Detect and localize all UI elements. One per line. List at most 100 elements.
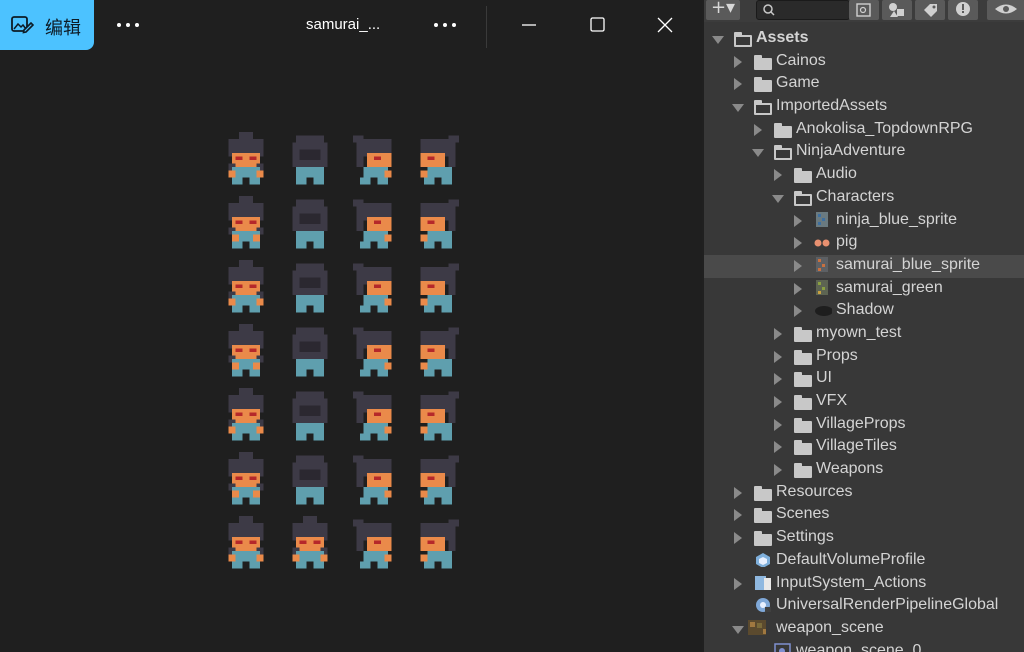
collapse-arrow-icon[interactable] (794, 237, 802, 250)
tree-item[interactable]: NinjaAdventure (704, 141, 1024, 164)
tree-item[interactable]: VillageProps (704, 414, 1024, 437)
search-input[interactable] (756, 0, 850, 20)
tree-item[interactable]: VFX (704, 391, 1024, 414)
collapse-arrow-icon[interactable] (794, 214, 802, 227)
collapse-arrow-icon[interactable] (774, 350, 782, 363)
collapse-arrow-icon[interactable] (734, 577, 742, 590)
close-icon (657, 17, 673, 33)
collapse-arrow-icon[interactable] (754, 123, 762, 136)
tree-item[interactable]: pig (704, 232, 1024, 255)
collapse-arrow-icon[interactable] (734, 532, 742, 545)
tree-item-label: Weapons (816, 460, 884, 478)
collapse-arrow-icon[interactable] (794, 305, 802, 318)
tree-item[interactable]: InputSystem_Actions (704, 573, 1024, 596)
close-button[interactable] (651, 12, 679, 38)
tree-item[interactable]: UniversalRenderPipelineGlobal (704, 595, 1024, 618)
collapse-arrow-icon[interactable] (774, 441, 782, 454)
sprite-frame (228, 260, 264, 313)
see-more-button[interactable] (432, 18, 458, 32)
tree-item-label: Characters (816, 187, 895, 205)
sprite-frame (353, 199, 392, 249)
folder-icon (774, 122, 792, 138)
eye-icon (995, 4, 1017, 14)
tree-item[interactable]: Assets (704, 28, 1024, 51)
collapse-arrow-icon[interactable] (794, 259, 802, 272)
tree-item[interactable]: samurai_green (704, 278, 1024, 301)
search-scene-button[interactable] (849, 0, 879, 20)
sprite-frame (228, 516, 264, 569)
sprite-sheet-image (218, 132, 470, 577)
tree-item-label: ninja_blue_sprite (836, 210, 957, 228)
collapse-arrow-icon[interactable] (734, 509, 742, 522)
tree-item-label: Scenes (776, 505, 830, 523)
more-options-button[interactable] (115, 18, 141, 32)
label-icon (924, 4, 937, 17)
add-asset-button[interactable]: +▾ (706, 0, 740, 20)
filter-by-label-button[interactable] (915, 0, 945, 20)
collapse-arrow-icon[interactable] (774, 464, 782, 477)
sprite-frame (420, 199, 459, 249)
expand-arrow-icon[interactable] (732, 625, 744, 634)
tree-item-label: UI (816, 369, 832, 387)
collapse-arrow-icon[interactable] (774, 373, 782, 386)
collapse-arrow-icon[interactable] (774, 169, 782, 182)
tree-item[interactable]: Anokolisa_TopdownRPG (704, 119, 1024, 142)
collapse-arrow-icon[interactable] (734, 78, 742, 91)
filter-by-type-button[interactable] (882, 0, 912, 20)
tree-item[interactable]: Props (704, 346, 1024, 369)
sprite-frame (292, 327, 328, 377)
add-icon: +▾ (710, 0, 736, 18)
tree-item[interactable]: Weapons (704, 459, 1024, 482)
tree-item[interactable]: Audio (704, 164, 1024, 187)
sprite-frame (228, 452, 264, 505)
asset-tree: Assets Cainos Game ImportedAssets Anokolisa_… (704, 28, 1024, 652)
sprite-frame (228, 132, 264, 185)
tree-item[interactable]: myown_test (704, 323, 1024, 346)
minimize-button[interactable] (515, 12, 543, 38)
tree-item[interactable]: VillageTiles (704, 436, 1024, 459)
sprite-frame (420, 327, 459, 377)
tree-item[interactable]: Settings (704, 527, 1024, 550)
tree-item[interactable]: Shadow (704, 300, 1024, 323)
tree-item[interactable]: UI (704, 368, 1024, 391)
tree-item[interactable]: Scenes (704, 504, 1024, 527)
tree-item-label: Assets (756, 29, 809, 46)
sprite-frame (353, 263, 392, 313)
sprite-pig-icon (814, 239, 830, 247)
minimize-icon (522, 24, 536, 26)
search-icon (763, 4, 775, 16)
expand-arrow-icon[interactable] (712, 36, 724, 44)
tree-item-label: VillageProps (816, 414, 906, 432)
collapse-arrow-icon[interactable] (734, 486, 742, 499)
collapse-arrow-icon[interactable] (774, 418, 782, 431)
tree-item[interactable]: ImportedAssets (704, 96, 1024, 119)
folder-icon (794, 395, 812, 410)
collapse-arrow-icon[interactable] (794, 282, 802, 295)
tree-item[interactable]: weapon_scene_0 (704, 641, 1024, 652)
tree-item[interactable]: Cainos (704, 51, 1024, 74)
collapse-arrow-icon[interactable] (734, 55, 742, 68)
tree-item[interactable]: DefaultVolumeProfile (704, 550, 1024, 573)
edit-button[interactable]: 编辑 (0, 0, 94, 50)
tree-item[interactable]: weapon_scene (704, 618, 1024, 641)
tree-item[interactable]: Characters (704, 187, 1024, 210)
folder-open-icon (794, 190, 812, 206)
tree-item[interactable]: ninja_blue_sprite (704, 210, 1024, 233)
tree-item[interactable]: Game (704, 73, 1024, 96)
expand-arrow-icon[interactable] (772, 194, 784, 203)
collapse-arrow-icon[interactable] (774, 396, 782, 408)
tree-item-label: Cainos (776, 51, 826, 69)
sprite-frame (228, 388, 264, 441)
collapse-arrow-icon[interactable] (774, 327, 782, 340)
hidden-packages-button[interactable] (987, 0, 1024, 20)
expand-arrow-icon[interactable] (732, 104, 744, 113)
tree-item-label: Game (776, 74, 820, 92)
tree-item[interactable]: Resources (704, 482, 1024, 505)
maximize-button[interactable] (583, 12, 611, 38)
tree-item-label: pig (836, 233, 858, 251)
scene-search-icon (856, 3, 871, 17)
expand-arrow-icon[interactable] (752, 149, 764, 158)
warnings-button[interactable] (948, 0, 978, 20)
tree-item-label: Shadow (836, 301, 894, 319)
tree-item[interactable]: samurai_blue_sprite (704, 254, 1024, 278)
